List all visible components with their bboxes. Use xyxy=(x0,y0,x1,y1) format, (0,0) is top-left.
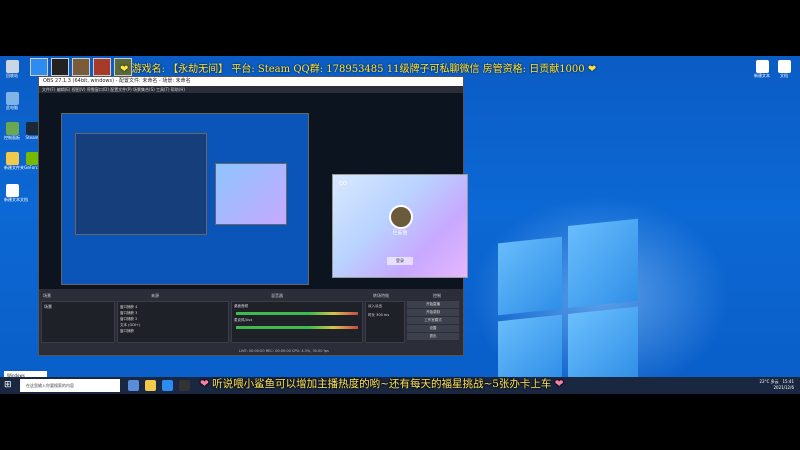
control-panel-icon xyxy=(5,122,19,135)
qq-account-name: 巨鲨鱼 xyxy=(392,230,408,236)
desktop-icon-right-1[interactable]: 新建文本 xyxy=(754,60,770,78)
duration-label: 时长 xyxy=(368,313,375,317)
dock-transitions-label: 转场特效 xyxy=(373,293,389,298)
heart-icon: ❤ xyxy=(554,378,564,390)
weather-widget[interactable]: 23°C 多云 xyxy=(759,379,778,384)
banner-manager: 房管资格: 日贡献1000 xyxy=(482,64,585,75)
dock-controls-label: 控制 xyxy=(433,293,441,298)
transitions-panel[interactable]: 淡入淡出 时长 300 ms xyxy=(365,301,405,343)
volume-meter xyxy=(236,312,358,315)
system-tray[interactable]: 23°C 多云 15:41 2021/12/6 xyxy=(759,379,794,391)
mixer-track-label: 桌面音频 xyxy=(234,304,248,308)
subtitle-text: 听说喂小鲨鱼可以增加主播热度的哟~还有每天的福星挑战~5张办卡上车 xyxy=(212,378,552,390)
dock-scenes-label: 场景 xyxy=(43,293,51,298)
steam-icon xyxy=(25,122,39,135)
desktop-icon-folder[interactable]: 新建文件夹 xyxy=(4,152,24,170)
computer-icon xyxy=(5,92,19,105)
scenes-panel[interactable]: 场景 xyxy=(41,301,115,343)
folder-icon xyxy=(5,152,19,165)
dock-mixer-label: 混音器 xyxy=(271,293,283,298)
qq-login-button[interactable]: 登录 xyxy=(387,257,413,265)
text-file-icon xyxy=(777,60,791,73)
sources-panel[interactable]: 窗口捕获 4 窗口捕获 3 窗口捕获 2 文本 (GDI+) 窗口捕获 xyxy=(117,301,229,343)
taskbar-search[interactable]: 在这里输入你要搜索的内容 xyxy=(20,379,120,392)
qq-logo: QQ xyxy=(339,181,347,187)
clock-time[interactable]: 15:41 xyxy=(782,379,794,384)
windows-logo-wallpaper xyxy=(498,218,638,394)
banner-platform-label: 平台: xyxy=(231,64,255,75)
status-bar: LIVE: 00:00:00 REC: 00:00:00 CPU: 4.3%, … xyxy=(239,349,329,353)
mixer-panel[interactable]: 桌面音频 麦克风/Aux xyxy=(231,301,363,343)
stream-subtitle: ❤ 听说喂小鲨鱼可以增加主播热度的哟~还有每天的福星挑战~5张办卡上车 ❤ xyxy=(200,376,620,391)
banner-platform: Steam xyxy=(257,64,291,75)
duration-input[interactable]: 300 ms xyxy=(376,313,389,317)
start-streaming-button[interactable]: 开始直播 xyxy=(407,301,459,308)
text-file-icon xyxy=(755,60,769,73)
avatar xyxy=(389,205,413,229)
banner-game-name: 【永劫无间】 xyxy=(168,64,229,75)
exit-button[interactable]: 退出 xyxy=(407,333,459,340)
obs-icon[interactable] xyxy=(179,380,190,391)
settings-button[interactable]: 设置 xyxy=(407,325,459,332)
nested-preview-2 xyxy=(75,133,207,235)
avatar xyxy=(72,58,90,76)
start-recording-button[interactable]: 开始录制 xyxy=(407,309,459,316)
text-file-icon xyxy=(5,184,19,197)
qq-icon[interactable] xyxy=(162,380,173,391)
task-view-icon[interactable] xyxy=(128,380,139,391)
sources-list[interactable]: 窗口捕获 4 窗口捕获 3 窗口捕获 2 文本 (GDI+) 窗口捕获 xyxy=(118,302,228,336)
qq-icon xyxy=(30,58,48,76)
obs-menu[interactable]: 文件(F) 编辑(E) 视图(V) 停靠窗口(D) 配置文件(P) 场景集合(S… xyxy=(39,86,463,93)
recycle-bin-icon xyxy=(5,60,19,73)
taskbar-apps xyxy=(128,380,190,391)
studio-mode-button[interactable]: 工作室模式 xyxy=(407,317,459,324)
nested-qq-preview xyxy=(215,163,287,225)
overlay-icons xyxy=(30,58,132,76)
clock-date[interactable]: 2021/12/6 xyxy=(759,385,794,391)
volume-meter xyxy=(236,326,358,329)
scene-item[interactable]: 场景 xyxy=(42,302,114,312)
banner-rule: 11级牌子可私聊微信 xyxy=(386,64,480,75)
avatar xyxy=(93,58,111,76)
desktop-icon-right-2[interactable]: 文档 xyxy=(776,60,792,78)
heart-icon: ❤ xyxy=(120,64,129,75)
desktop-icon-text[interactable]: 新建文本文档 xyxy=(4,184,28,202)
source-item[interactable]: 窗口捕获 xyxy=(120,328,226,334)
desktop-icon-control-panel[interactable]: 控制面板 xyxy=(4,122,20,140)
obs-title: OBS 27.1.3 (64bit, windows) - 配置文件: 未命名 … xyxy=(39,77,463,86)
epic-icon xyxy=(51,58,69,76)
start-button[interactable]: ⊞ xyxy=(4,380,15,391)
banner-game-label: 游戏名: xyxy=(131,64,165,75)
mixer-track-label: 麦克风/Aux xyxy=(234,318,253,322)
heart-icon: ❤ xyxy=(587,64,597,75)
desktop-icon-recycle-bin[interactable]: 回收站 xyxy=(4,60,20,78)
stream-banner: ❤ 游戏名: 【永劫无间】 平台: Steam QQ群: 178953485 1… xyxy=(120,60,597,75)
dock-sources-label: 来源 xyxy=(151,293,159,298)
desktop-icon-computer[interactable]: 此电脑 xyxy=(4,92,20,110)
qq-login-window[interactable]: QQ 巨鲨鱼 登录 xyxy=(332,174,468,278)
nvidia-icon xyxy=(25,152,39,165)
banner-qq-group: QQ群: 178953485 xyxy=(293,64,384,75)
transition-select[interactable]: 淡入淡出 xyxy=(366,302,404,311)
file-explorer-icon[interactable] xyxy=(145,380,156,391)
heart-icon: ❤ xyxy=(200,378,209,390)
